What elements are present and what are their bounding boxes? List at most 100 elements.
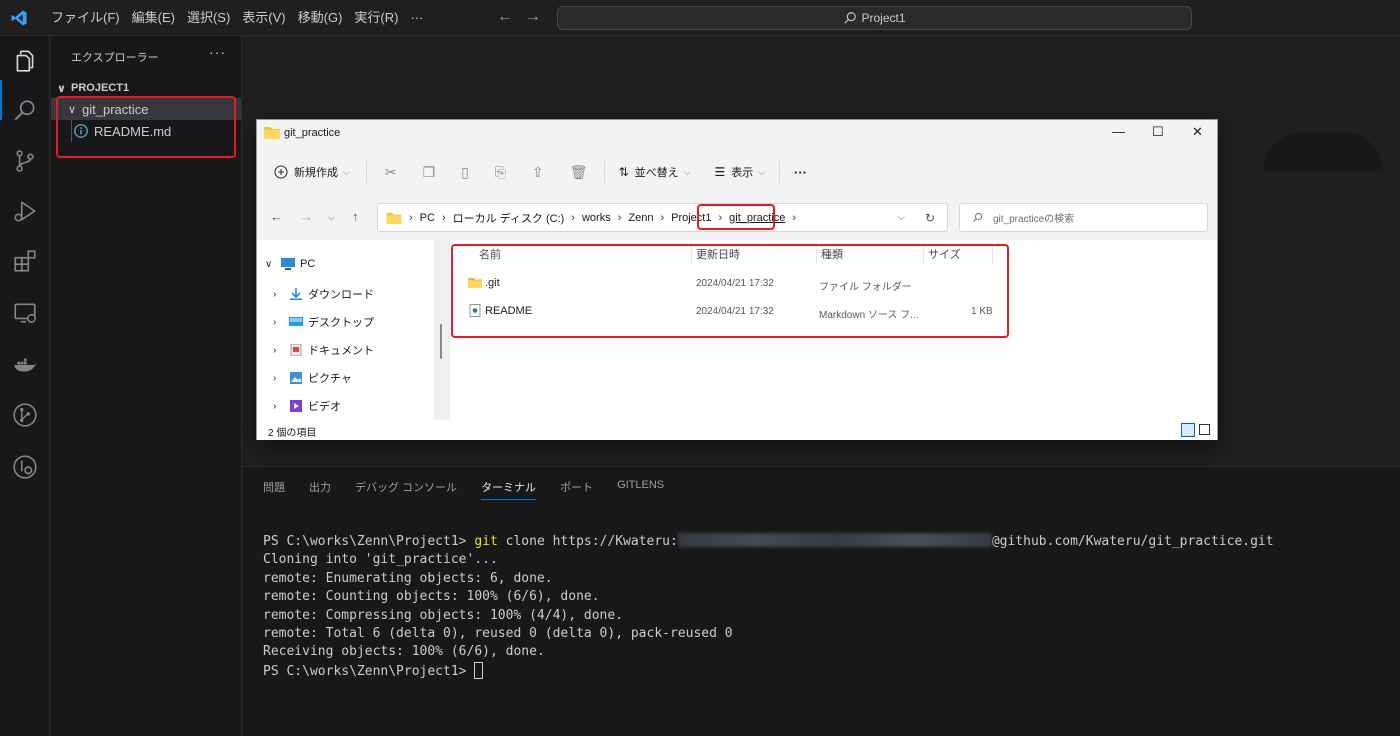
nav-item-desktop[interactable]: › デスクトップ bbox=[273, 314, 374, 330]
project-name: PROJECT1 bbox=[71, 82, 130, 94]
terminal-line: remote: Compressing objects: 100% (4/4),… bbox=[263, 607, 624, 623]
nav-label: PC bbox=[300, 258, 316, 270]
files-icon[interactable] bbox=[12, 48, 38, 74]
search-placeholder: git_practiceの検索 bbox=[993, 214, 1075, 225]
menu-go[interactable]: 移動(G) bbox=[293, 0, 348, 36]
more-button[interactable]: ··· bbox=[794, 165, 807, 180]
docker-icon[interactable] bbox=[12, 352, 38, 378]
folder-icon bbox=[386, 212, 402, 224]
delete-icon[interactable]: 🗑 bbox=[570, 164, 588, 181]
chevron-down-icon[interactable]: ⌵ bbox=[898, 212, 905, 223]
share-icon[interactable]: ⇪ bbox=[532, 164, 544, 181]
explorer-status-bar: 2 個の項目 bbox=[257, 420, 1217, 440]
explorer-nav-row: ← → ⌵ ↑ › PC › ローカル ディスク (C:) › works › … bbox=[257, 201, 1217, 233]
terminal-git-command: git bbox=[474, 534, 498, 549]
menu-selection[interactable]: 選択(S) bbox=[182, 0, 235, 36]
sidebar-more-button[interactable]: ··· bbox=[209, 44, 226, 60]
nav-item-pictures[interactable]: › ピクチャ bbox=[273, 370, 352, 386]
download-icon bbox=[290, 288, 302, 300]
active-indicator bbox=[0, 80, 2, 120]
command-center[interactable]: Project1 bbox=[557, 6, 1192, 30]
terminal-line: Receiving objects: 100% (6/6), done. bbox=[263, 644, 545, 660]
nav-item-downloads[interactable]: › ダウンロード bbox=[273, 286, 374, 302]
breadcrumb-separator: › bbox=[660, 211, 665, 224]
navpane-scrollbar[interactable] bbox=[440, 324, 442, 359]
extensions-icon[interactable] bbox=[12, 248, 38, 274]
chevron-down-icon: ⌵ bbox=[683, 166, 691, 177]
refresh-icon[interactable]: ↻ bbox=[925, 211, 935, 225]
sort-button-label: 並べ替え bbox=[634, 167, 679, 179]
breadcrumb-separator: › bbox=[409, 211, 413, 224]
forward-arrow-icon[interactable]: → bbox=[300, 209, 313, 224]
terminal-line: remote: Enumerating objects: 6, done. bbox=[263, 570, 553, 586]
recent-chevron-icon[interactable]: ⌵ bbox=[328, 212, 335, 223]
explorer-title: git_practice bbox=[284, 127, 341, 139]
nav-item-pc[interactable]: ∨ PC bbox=[265, 258, 315, 270]
cut-icon[interactable]: ✂ bbox=[385, 164, 397, 181]
run-debug-icon[interactable] bbox=[12, 198, 38, 224]
chevron-down-icon: ⌵ bbox=[758, 166, 766, 177]
address-bar[interactable]: › PC › ローカル ディスク (C:) › works › Zenn › P… bbox=[377, 203, 948, 232]
close-button[interactable]: ✕ bbox=[1192, 124, 1203, 140]
toolbar-separator bbox=[779, 161, 781, 183]
rename-icon[interactable]: ⎘ bbox=[495, 164, 506, 181]
tiles-view-icon[interactable] bbox=[1199, 424, 1210, 435]
menu-run[interactable]: 実行(R) bbox=[349, 0, 403, 36]
source-control-icon[interactable] bbox=[12, 148, 38, 174]
breadcrumb-local-disk[interactable]: ローカル ディスク (C:) bbox=[453, 210, 565, 226]
tab-output[interactable]: 出力 bbox=[309, 479, 331, 500]
breadcrumb-works[interactable]: works bbox=[582, 212, 611, 224]
up-arrow-icon[interactable]: ↑ bbox=[352, 209, 359, 224]
remote-explorer-icon[interactable] bbox=[12, 300, 38, 326]
nav-forward-button[interactable]: → bbox=[525, 8, 541, 26]
minimize-button[interactable]: — bbox=[1112, 124, 1125, 139]
git-graph-icon[interactable] bbox=[12, 402, 38, 428]
search-icon bbox=[973, 212, 983, 222]
nav-label: ビデオ bbox=[308, 401, 341, 413]
back-arrow-icon[interactable]: ← bbox=[270, 209, 283, 224]
highlight-box bbox=[451, 244, 1009, 338]
terminal-line: remote: Counting objects: 100% (6/6), do… bbox=[263, 589, 600, 605]
desktop-icon bbox=[289, 317, 303, 326]
chevron-right-icon: › bbox=[273, 288, 277, 300]
terminal-output[interactable]: PS C:\works\Zenn\Project1> git clone htt… bbox=[263, 533, 1274, 681]
menu-file[interactable]: ファイル(F) bbox=[46, 0, 125, 36]
details-view-icon[interactable] bbox=[1181, 423, 1195, 437]
paste-icon[interactable]: ▯ bbox=[461, 164, 469, 181]
breadcrumb-pc[interactable]: PC bbox=[420, 212, 435, 224]
chevron-down-icon: ∨ bbox=[57, 82, 66, 95]
breadcrumb-separator: › bbox=[571, 211, 575, 224]
pane-splitter[interactable] bbox=[434, 240, 450, 420]
tab-debug-console[interactable]: デバッグ コンソール bbox=[355, 479, 457, 500]
search-field[interactable]: git_practiceの検索 bbox=[959, 203, 1208, 232]
menu-edit[interactable]: 編集(E) bbox=[127, 0, 180, 36]
maximize-button[interactable]: ☐ bbox=[1152, 124, 1164, 140]
tab-gitlens[interactable]: GITLENS bbox=[617, 479, 664, 500]
menu-bar: ファイル(F) 編集(E) 選択(S) 表示(V) 移動(G) 実行(R) ··… bbox=[46, 0, 430, 36]
tab-terminal[interactable]: ターミナル bbox=[481, 479, 537, 500]
sort-button[interactable]: ⇅ 並べ替え ⌵ bbox=[619, 164, 691, 180]
activity-bar bbox=[0, 36, 50, 736]
new-button-label: 新規作成 bbox=[294, 167, 338, 179]
nav-item-documents[interactable]: › ドキュメント bbox=[273, 342, 374, 358]
project-section-header[interactable]: ∨ PROJECT1 bbox=[57, 78, 129, 98]
search-icon[interactable] bbox=[12, 98, 38, 124]
tab-ports[interactable]: ポート bbox=[560, 479, 593, 500]
nav-back-button[interactable]: ← bbox=[497, 8, 513, 26]
copy-icon[interactable]: ❐ bbox=[423, 164, 436, 181]
menu-more[interactable]: ··· bbox=[405, 0, 428, 36]
nav-label: ドキュメント bbox=[308, 345, 374, 357]
view-button[interactable]: ☰ 表示 ⌵ bbox=[714, 164, 765, 180]
chevron-down-icon: ∨ bbox=[265, 258, 273, 270]
menu-view[interactable]: 表示(V) bbox=[237, 0, 290, 36]
nav-item-videos[interactable]: › ビデオ bbox=[273, 398, 341, 414]
gitlens-icon[interactable] bbox=[12, 454, 38, 480]
breadcrumb-zenn[interactable]: Zenn bbox=[628, 212, 653, 224]
new-button[interactable]: 新規作成 ⌵ bbox=[274, 164, 350, 180]
tab-problems[interactable]: 問題 bbox=[263, 479, 285, 500]
bottom-panel: 問題 出力 デバッグ コンソール ターミナル ポート GITLENS PS C:… bbox=[243, 466, 1400, 736]
terminal-cursor bbox=[474, 661, 484, 679]
explorer-title-bar[interactable]: git_practice — ☐ ✕ bbox=[257, 120, 1217, 146]
toolbar-separator bbox=[365, 161, 367, 183]
nav-label: ピクチャ bbox=[308, 373, 352, 385]
